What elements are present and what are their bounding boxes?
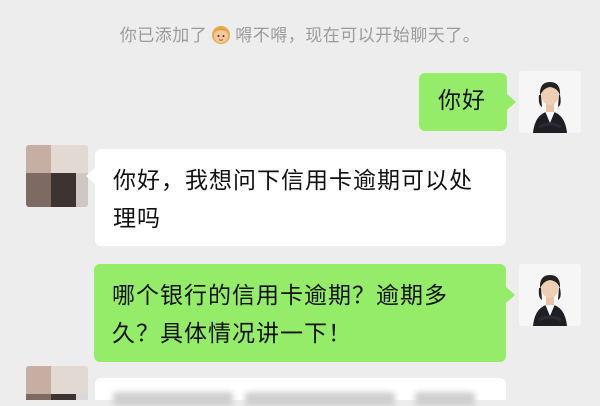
bubble-tail	[507, 94, 516, 110]
blonde-child-face-icon	[209, 22, 233, 46]
self-avatar[interactable]	[519, 71, 581, 133]
system-notice-suffix: 嘚不嘚，现在可以开始聊天了。	[235, 26, 481, 46]
message-bubble-other[interactable]: 你好，我想问下信用卡逾期可以处理吗	[95, 149, 506, 246]
message-text: 哪个银行的信用卡逾期？逾期多久？具体情况讲一下！	[112, 283, 448, 347]
message-bubble-other[interactable]	[95, 378, 506, 406]
system-notice: 你已添加了 嘚不嘚，现在可以开始聊天了。	[0, 22, 600, 49]
message-text: 你好，我想问下信用卡逾期可以处理吗	[113, 168, 473, 232]
other-avatar[interactable]	[26, 366, 88, 400]
chat-window: 你已添加了 嘚不嘚，现在可以开始聊天了。 你好 你好，我想问下信用卡逾期可以处理…	[0, 0, 600, 406]
partial-text-fragment	[245, 392, 395, 406]
bubble-tail	[506, 287, 515, 303]
message-bubble-self[interactable]: 你好	[419, 73, 507, 131]
partial-text-fragment	[113, 392, 233, 406]
system-notice-prefix: 你已添加了	[119, 26, 208, 46]
partial-text-fragment	[415, 392, 475, 406]
self-avatar[interactable]	[519, 264, 581, 326]
other-avatar[interactable]	[26, 145, 88, 207]
message-text: 你好	[438, 88, 486, 114]
message-bubble-self[interactable]: 哪个银行的信用卡逾期？逾期多久？具体情况讲一下！	[94, 264, 506, 362]
bubble-tail	[86, 168, 95, 184]
